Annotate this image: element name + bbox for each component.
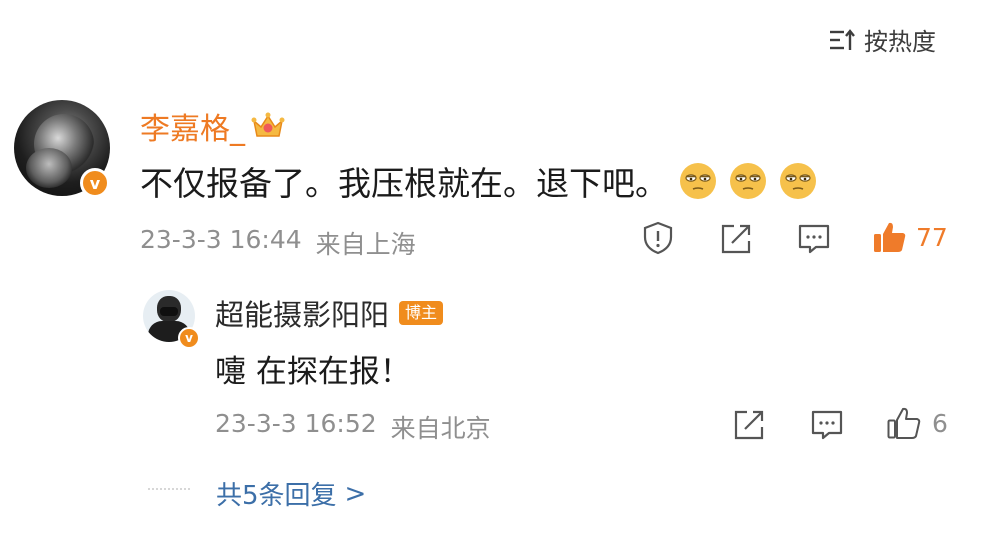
divider: [148, 488, 190, 490]
view-more-replies-link[interactable]: 共5条回复 >: [216, 475, 366, 512]
reply-location: 来自北京: [390, 414, 491, 443]
sort-by-heat-button[interactable]: 按热度: [828, 22, 936, 57]
reply-username-row: 超能摄影阳阳 博主: [215, 292, 444, 334]
reply-meta: 23-3-3 16:52 来自北京: [215, 409, 491, 445]
reply-date: 23-3-3 16:52: [215, 409, 377, 438]
share-icon[interactable]: [718, 221, 754, 257]
crown-icon: [251, 112, 285, 137]
thumbs-up-icon: [887, 407, 921, 439]
comment-icon[interactable]: [809, 407, 845, 443]
blogger-badge: 博主: [399, 301, 444, 325]
verified-v-icon: v: [80, 168, 110, 198]
sleepy-face-emoji: [730, 163, 766, 199]
reply-like-button[interactable]: 6: [886, 405, 948, 441]
comment-username[interactable]: 李嘉格_: [140, 104, 245, 148]
like-button[interactable]: 77: [872, 219, 948, 255]
comment-text: 不仅报备了。我压根就在。退下吧。: [140, 164, 668, 203]
share-icon[interactable]: [731, 407, 767, 443]
comment-username-row: 李嘉格_: [140, 104, 285, 148]
chevron-right-icon: >: [344, 478, 367, 509]
reply-text: 嚏 在探在报！: [215, 354, 411, 390]
comment-meta: 23-3-3 16:44 来自上海: [140, 225, 416, 261]
sort-icon: [830, 28, 855, 50]
report-shield-icon[interactable]: [640, 220, 676, 256]
comment-icon[interactable]: [796, 221, 832, 257]
sleepy-face-emoji: [780, 163, 816, 199]
reply-like-count: 6: [932, 408, 948, 438]
comment-location: 来自上海: [315, 230, 416, 259]
thumbs-up-filled-icon: [874, 222, 906, 252]
comment-date: 23-3-3 16:44: [140, 225, 302, 254]
sleepy-face-emoji: [680, 163, 716, 199]
more-replies-label: 共5条回复: [216, 481, 337, 511]
comment-text-row: 不仅报备了。我压根就在。退下吧。: [140, 157, 818, 205]
reply-username[interactable]: 超能摄影阳阳: [215, 292, 389, 334]
like-count: 77: [916, 222, 948, 252]
sort-label: 按热度: [864, 28, 936, 56]
verified-v-icon: v: [178, 327, 200, 349]
